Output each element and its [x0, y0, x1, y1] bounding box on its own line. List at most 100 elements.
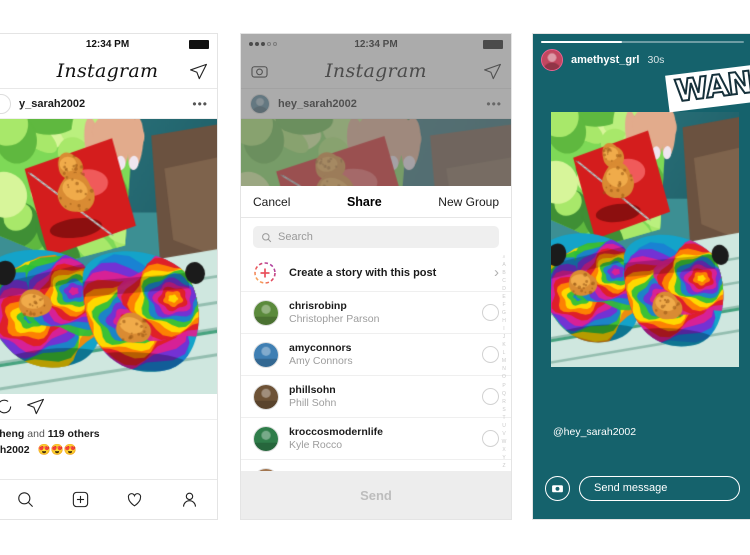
create-story-label: Create a story with this post [289, 266, 437, 279]
more-options-icon[interactable]: ••• [192, 98, 208, 110]
alphabet-index-letter[interactable]: Q [502, 391, 506, 397]
contact-row[interactable]: chrisrobinp Christopher Parson [241, 291, 511, 333]
instagram-navbar: Instagram [0, 54, 217, 89]
message-input[interactable]: Send message [579, 475, 740, 501]
post-username[interactable]: y_sarah2002 [19, 98, 184, 110]
avatar [253, 467, 279, 471]
alphabet-index-letter[interactable]: Y [502, 455, 505, 461]
alphabet-index-letter[interactable]: C [502, 278, 506, 284]
story-username[interactable]: amethyst_grl [571, 54, 639, 66]
story-photo [551, 112, 739, 367]
alphabet-index-letter[interactable]: J [503, 334, 506, 340]
story-sticker: WAN [665, 64, 750, 113]
avatar[interactable] [250, 93, 270, 114]
alphabet-index-letter[interactable]: F [502, 302, 505, 308]
tab-bar [0, 479, 217, 519]
alphabet-index-letter[interactable]: U [502, 423, 506, 429]
contact-meta: chrisrobinp Christopher Parson [289, 300, 472, 325]
share-target-list[interactable]: ⌕ A B C D E F G H I J K L M N O P Q R S T U V W X Y Z Create a sto… [241, 252, 511, 471]
avatar [253, 425, 279, 452]
alphabet-index-letter[interactable]: L [503, 350, 506, 356]
post-username[interactable]: hey_sarah2002 [278, 98, 478, 110]
search-container: Search [241, 218, 511, 252]
battery-icon [189, 39, 209, 49]
instagram-logo: Instagram [325, 60, 427, 82]
alphabet-index-letter[interactable]: W [502, 439, 507, 445]
instagram-navbar: Instagram [241, 54, 511, 89]
contact-row[interactable]: phillsohn Phill Sohn [241, 375, 511, 417]
alphabet-index-letter[interactable]: X [502, 447, 505, 453]
alphabet-index[interactable]: ⌕ A B C D E F G H I J K L M N O P Q R S T U V W X Y Z [499, 254, 509, 469]
status-bar: 12:34 PM [241, 34, 511, 54]
alphabet-index-letter[interactable]: P [502, 383, 505, 389]
select-toggle[interactable] [482, 430, 499, 447]
send-bar: Send [241, 471, 511, 519]
cancel-button[interactable]: Cancel [253, 195, 290, 209]
alphabet-index-letter[interactable]: ⌕ [503, 254, 506, 260]
avatar[interactable] [0, 93, 11, 114]
sticker-text: WAN [672, 64, 750, 110]
share-sheet: Cancel Share New Group Search ⌕ A B C D E F G H I… [241, 186, 511, 519]
contact-fullname: Kyle Rocco [289, 439, 343, 451]
paper-plane-icon[interactable] [26, 397, 45, 416]
alphabet-index-letter[interactable]: G [502, 310, 506, 316]
alphabet-index-letter[interactable]: R [502, 399, 506, 405]
alphabet-index-letter[interactable]: T [502, 415, 505, 421]
alphabet-index-letter[interactable]: M [502, 358, 506, 364]
contact-row[interactable]: kroccosmodernlife Kyle Rocco [241, 417, 511, 459]
post-header: y_sarah2002 ••• [0, 89, 217, 119]
phone-1-feed: 12:34 PM Instagram y_sarah2002 ••• eng a… [0, 33, 218, 520]
alphabet-index-letter[interactable]: K [502, 342, 505, 348]
alphabet-index-letter[interactable]: I [503, 326, 504, 332]
comment-icon[interactable] [0, 397, 13, 416]
story-header: amethyst_grl 30s [541, 49, 664, 71]
camera-glyph-icon [552, 484, 563, 492]
contact-username: amyconnors [289, 342, 352, 354]
profile-icon[interactable] [180, 490, 199, 509]
paper-plane-icon[interactable] [483, 62, 502, 81]
heart-icon[interactable] [125, 490, 144, 509]
likes-mid: and [24, 428, 48, 440]
avatar [253, 383, 279, 410]
share-sheet-title: Share [346, 194, 382, 209]
post-photo[interactable] [0, 119, 217, 394]
select-toggle[interactable] [482, 388, 499, 405]
send-button[interactable]: Send [360, 488, 392, 503]
post-header: hey_sarah2002 ••• [241, 89, 511, 119]
search-input[interactable]: Search [253, 226, 499, 248]
instagram-logo: Instagram [56, 60, 159, 82]
create-story-row[interactable]: Create a story with this post › [241, 254, 511, 291]
alphabet-index-letter[interactable]: V [502, 431, 505, 437]
camera-icon[interactable] [545, 475, 570, 501]
avatar[interactable] [541, 49, 563, 71]
contact-username: chrisrobinp [289, 300, 347, 312]
alphabet-index-letter[interactable]: A [502, 262, 505, 268]
story-message-bar: Send message [545, 475, 740, 501]
paper-plane-icon[interactable] [189, 62, 208, 81]
create-story-icon [254, 261, 276, 284]
caption-line: ah2002 😍😍😍 [0, 442, 209, 458]
contact-row[interactable]: emmatangerine [241, 459, 511, 471]
story-handle[interactable]: @hey_sarah2002 [553, 426, 636, 438]
camera-icon[interactable] [250, 62, 269, 81]
add-post-icon[interactable] [71, 490, 90, 509]
contact-row[interactable]: amyconnors Amy Connors [241, 333, 511, 375]
alphabet-index-letter[interactable]: D [502, 286, 506, 292]
alphabet-index-letter[interactable]: H [502, 318, 506, 324]
search-icon[interactable] [16, 490, 35, 509]
contact-username: phillsohn [289, 384, 336, 396]
status-bar: 12:34 PM [0, 34, 217, 54]
more-options-icon[interactable]: ••• [486, 98, 502, 110]
screenshot-stage: 12:34 PM Instagram y_sarah2002 ••• eng a… [0, 0, 750, 555]
post-photo [241, 119, 511, 186]
alphabet-index-letter[interactable]: O [502, 374, 506, 380]
alphabet-index-letter[interactable]: Z [502, 463, 505, 469]
new-group-button[interactable]: New Group [438, 195, 499, 209]
avatar [253, 341, 279, 368]
select-toggle[interactable] [482, 346, 499, 363]
alphabet-index-letter[interactable]: E [502, 294, 505, 300]
alphabet-index-letter[interactable]: N [502, 366, 506, 372]
select-toggle[interactable] [482, 304, 499, 321]
alphabet-index-letter[interactable]: B [502, 270, 505, 276]
alphabet-index-letter[interactable]: S [502, 407, 505, 413]
